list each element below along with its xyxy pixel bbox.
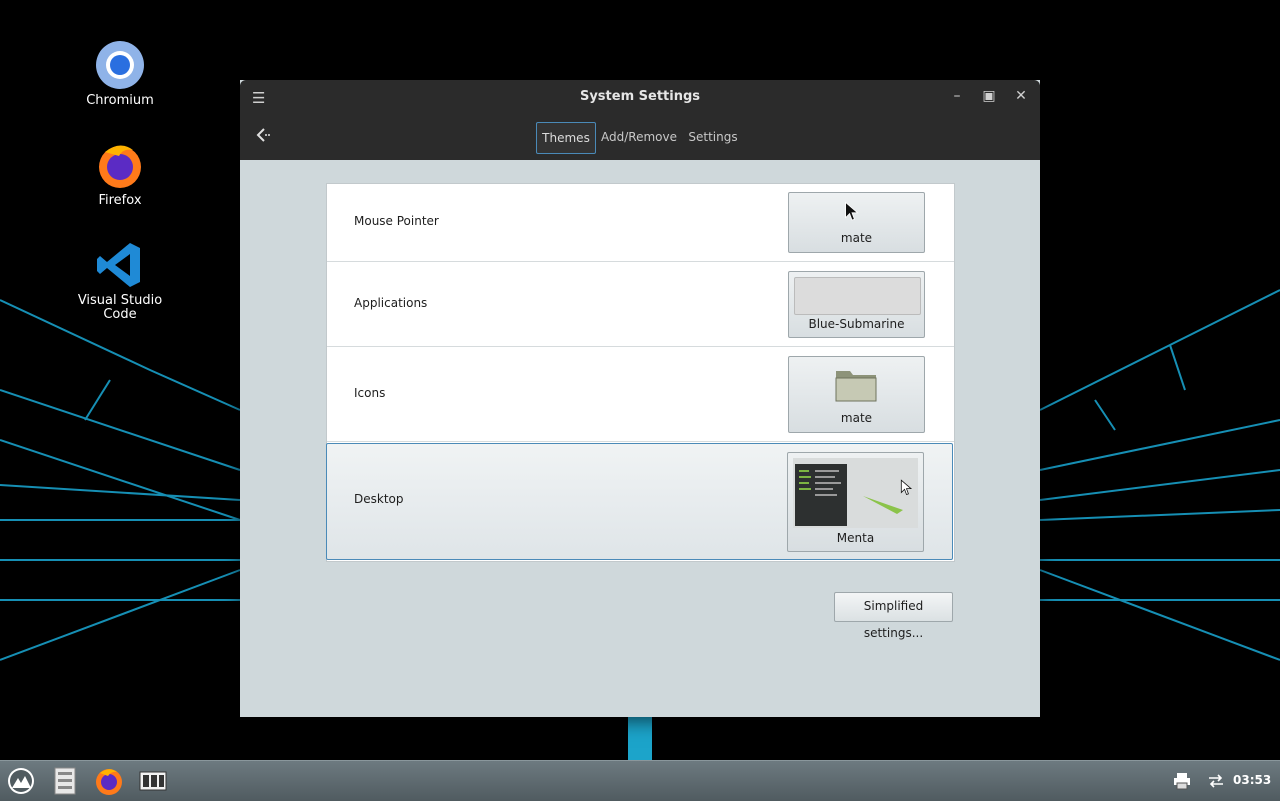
settings-panel-icon[interactable] xyxy=(138,766,168,796)
folder-icon xyxy=(835,371,877,402)
theme-value: Menta xyxy=(836,531,875,545)
system-settings-window: ☰ System Settings – ▣ ✕ Themes Add/Remov… xyxy=(240,80,1040,717)
themes-list: Mouse Pointer mate Applications Blue-Sub… xyxy=(326,183,955,562)
desktop-icon-vscode[interactable]: Visual Studio Code xyxy=(70,240,170,322)
printer-icon[interactable] xyxy=(1172,771,1192,791)
cursor-arrow-icon xyxy=(900,479,913,495)
theme-value: mate xyxy=(840,231,873,245)
window-preview-icon xyxy=(794,277,921,315)
back-arrow-icon[interactable] xyxy=(252,125,272,145)
file-manager-icon[interactable] xyxy=(50,766,80,796)
simplified-settings-button[interactable]: Simplified settings... xyxy=(834,592,953,640)
desktop-theme-button[interactable]: Menta xyxy=(787,452,924,552)
cursor-arrow-icon xyxy=(845,201,859,221)
tab-add-remove[interactable]: Add/Remove xyxy=(600,122,678,152)
desktop-icon-label: Firefox xyxy=(98,193,142,208)
desktop-icon-label: Chromium xyxy=(86,93,154,108)
theme-row-applications: Applications Blue-Submarine xyxy=(327,262,954,347)
tab-themes[interactable]: Themes xyxy=(536,122,596,154)
applications-theme-button[interactable]: Blue-Submarine xyxy=(788,271,925,338)
theme-row-desktop: Desktop Menta xyxy=(326,443,953,560)
theme-row-label: Mouse Pointer xyxy=(354,214,439,228)
desktop-icon-chromium[interactable]: Chromium xyxy=(70,40,170,108)
taskbar: 03:53 xyxy=(0,760,1280,801)
icons-theme-button[interactable]: mate xyxy=(788,356,925,433)
minimize-icon[interactable]: – xyxy=(948,88,966,104)
mouse-pointer-theme-button[interactable]: mate xyxy=(788,192,925,253)
desktop-icon-firefox[interactable]: Firefox xyxy=(70,140,170,208)
theme-row-mouse-pointer: Mouse Pointer mate xyxy=(327,184,954,262)
theme-value: mate xyxy=(840,411,873,425)
firefox-icon xyxy=(99,145,141,188)
close-icon[interactable]: ✕ xyxy=(1012,88,1030,104)
network-icon[interactable] xyxy=(1206,771,1226,791)
theme-row-label: Icons xyxy=(354,386,386,400)
vscode-icon xyxy=(97,243,140,287)
firefox-icon[interactable] xyxy=(94,766,124,796)
window-titlebar[interactable]: ☰ System Settings – ▣ ✕ Themes Add/Remov… xyxy=(240,80,1040,160)
window-title: System Settings xyxy=(579,89,701,104)
chromium-icon xyxy=(96,41,144,89)
tab-settings[interactable]: Settings xyxy=(684,122,742,152)
clock[interactable]: 03:53 xyxy=(1233,773,1271,787)
theme-row-icons: Icons mate xyxy=(327,347,954,442)
desktop-icon-label: Visual Studio Code xyxy=(77,293,163,322)
menu-icon[interactable] xyxy=(6,766,36,796)
maximize-icon[interactable]: ▣ xyxy=(980,88,998,104)
theme-value: Blue-Submarine xyxy=(808,317,905,331)
theme-row-label: Applications xyxy=(354,296,428,310)
theme-row-label: Desktop xyxy=(354,492,404,506)
